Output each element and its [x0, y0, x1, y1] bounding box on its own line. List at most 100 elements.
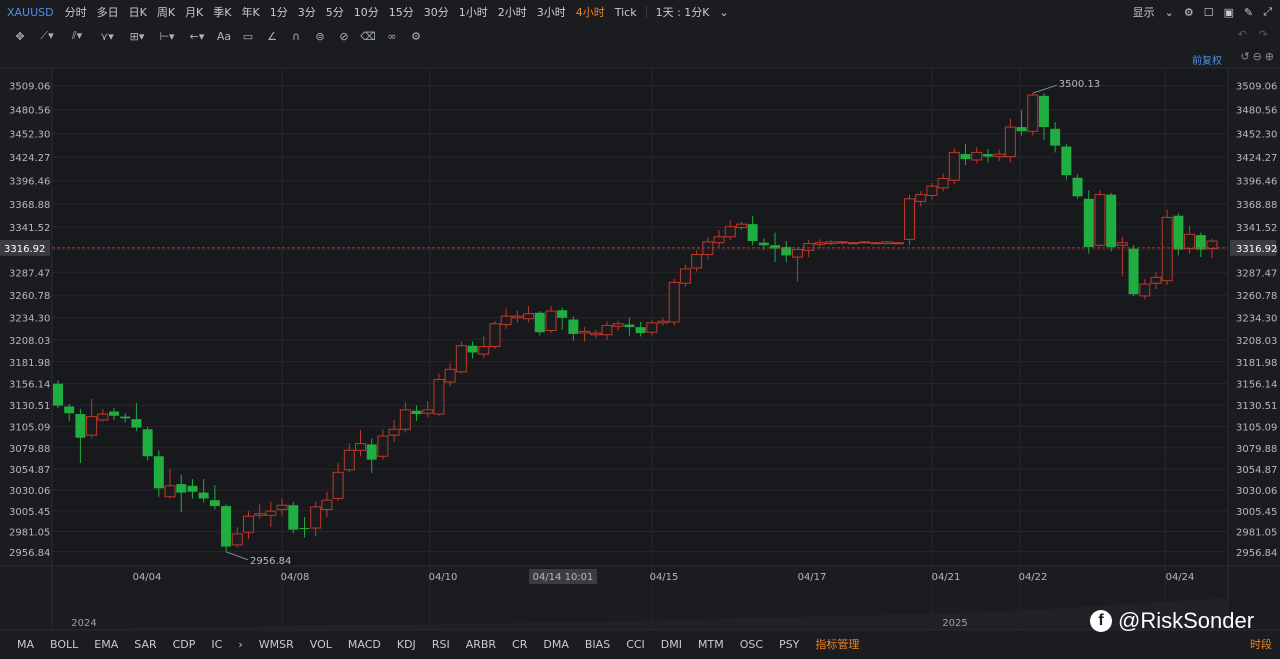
- indicator-boll[interactable]: BOLL: [50, 638, 78, 651]
- indicator-rsi[interactable]: RSI: [432, 638, 450, 651]
- indicator-bias[interactable]: BIAS: [585, 638, 610, 651]
- candle-body-29: [377, 435, 389, 457]
- indicator-bar: MA BOLL EMA SAR CDP IC › WMSR VOL MACD KDJ RSI ARB…: [0, 633, 1280, 655]
- checkbox-icon[interactable]: ☐: [1204, 6, 1214, 19]
- indicator-ic[interactable]: IC: [211, 638, 222, 651]
- reset-icon[interactable]: ↺: [1240, 50, 1249, 63]
- candle-body-55: [668, 281, 680, 323]
- lock-icon[interactable]: ⊜: [310, 26, 330, 46]
- brush-icon[interactable]: ∠: [262, 26, 282, 46]
- y-tick-right-10: 3234.30: [1236, 314, 1277, 325]
- ruler-icon[interactable]: ⊢▾: [154, 26, 180, 46]
- timeframe-4[interactable]: 月K: [185, 4, 203, 20]
- watermark: f @RiskSonder: [1090, 608, 1254, 634]
- timeframe-15[interactable]: 3小时: [537, 4, 566, 20]
- crosshair-icon[interactable]: ✥: [10, 26, 30, 46]
- timeframe-16[interactable]: 4小时: [576, 4, 605, 20]
- timeframe-1[interactable]: 多日: [97, 4, 119, 20]
- indicator-dmi[interactable]: DMI: [661, 638, 682, 651]
- trendline-icon[interactable]: ⟋▾: [34, 26, 60, 46]
- indicator-vol[interactable]: VOL: [310, 638, 332, 651]
- indicator-cr[interactable]: CR: [512, 638, 527, 651]
- indicator-cci[interactable]: CCI: [626, 638, 645, 651]
- symbol-label[interactable]: XAUUSD: [7, 6, 54, 19]
- timeframe-7[interactable]: 1分: [270, 4, 288, 20]
- indicator-sar[interactable]: SAR: [134, 638, 156, 651]
- x-label-4: 04/15: [650, 572, 679, 583]
- indicator-dma[interactable]: DMA: [543, 638, 569, 651]
- candle-body-76: [903, 198, 915, 240]
- candle-body-49: [601, 324, 613, 336]
- fullscreen-icon[interactable]: ⤢: [1263, 5, 1272, 19]
- timeframe-12[interactable]: 30分: [424, 4, 449, 20]
- timeframe-8[interactable]: 3分: [298, 4, 316, 20]
- indicator-osc[interactable]: OSC: [740, 638, 763, 651]
- candle-body-98: [1150, 276, 1162, 284]
- timeframe-selector[interactable]: 1天 : 1分K: [656, 4, 710, 20]
- candle-body-10: [164, 485, 176, 498]
- redo-icon[interactable]: ↷: [1259, 28, 1268, 41]
- candle-body-79: [937, 178, 949, 189]
- indicator-ma[interactable]: MA: [17, 638, 34, 651]
- candle-body-15: [221, 506, 232, 547]
- indicator-manage-button[interactable]: 指标管理: [815, 636, 859, 652]
- indicator-mtm[interactable]: MTM: [698, 638, 724, 651]
- display-menu[interactable]: 显示: [1133, 4, 1155, 20]
- settings-icon[interactable]: ⚙: [406, 26, 426, 46]
- arrow-icon[interactable]: ←▾: [184, 26, 210, 46]
- y-tick-right-9: 3260.78: [1236, 291, 1277, 302]
- y-tick-left-2: 3452.30: [9, 130, 50, 141]
- link-icon[interactable]: ∞: [382, 26, 402, 46]
- chevron-down-icon[interactable]: ⌄: [1165, 6, 1174, 19]
- zoom-in-icon[interactable]: ⊕: [1265, 50, 1274, 63]
- y-tick-left-16: 3079.88: [9, 444, 50, 455]
- text-icon[interactable]: Aa: [214, 26, 234, 46]
- pattern-icon[interactable]: ⋎▾: [94, 26, 120, 46]
- hide-icon[interactable]: ⊘: [334, 26, 354, 46]
- chevron-down-icon[interactable]: ⌄: [720, 6, 729, 19]
- candle-body-23: [310, 506, 322, 529]
- timeframe-10[interactable]: 10分: [354, 4, 379, 20]
- x-label-1: 04/08: [281, 572, 310, 583]
- timeframe-11[interactable]: 15分: [389, 4, 414, 20]
- indicator-psy[interactable]: PSY: [779, 638, 799, 651]
- trash-icon[interactable]: ⌫: [358, 26, 378, 46]
- candle-body-59: [713, 236, 725, 244]
- candle-body-31: [399, 409, 411, 430]
- indicator-cdp[interactable]: CDP: [173, 638, 196, 651]
- y-tick-left-6: 3341.52: [9, 223, 50, 234]
- candle-body-56: [679, 268, 691, 284]
- indicator-wmsr[interactable]: WMSR: [259, 638, 294, 651]
- timeframe-9[interactable]: 5分: [326, 4, 344, 20]
- candle-body-0: [53, 383, 63, 406]
- timeframe-14[interactable]: 2小时: [498, 4, 527, 20]
- magnet-icon[interactable]: ∩: [286, 26, 306, 46]
- adjust-label[interactable]: 前复权: [1192, 52, 1222, 67]
- timeframe-0[interactable]: 分时: [65, 4, 87, 20]
- timeframe-2[interactable]: 日K: [129, 4, 147, 20]
- timeframe-5[interactable]: 季K: [213, 4, 231, 20]
- indicator-kdj[interactable]: KDJ: [397, 638, 416, 651]
- timeframe-6[interactable]: 年K: [242, 4, 260, 20]
- gear-icon[interactable]: ⚙: [1184, 6, 1194, 19]
- y-tick-right-15: 3105.09: [1236, 423, 1277, 434]
- indicator-arbr[interactable]: ARBR: [466, 638, 496, 651]
- zoom-out-icon[interactable]: ⊖: [1253, 50, 1262, 63]
- chevron-right-icon[interactable]: ›: [238, 638, 242, 651]
- segment-button[interactable]: 时段: [1250, 636, 1272, 652]
- timeframe-13[interactable]: 1小时: [459, 4, 488, 20]
- timeframe-3[interactable]: 周K: [157, 4, 175, 20]
- measure-icon[interactable]: ⊞▾: [124, 26, 150, 46]
- candle-body-21: [288, 505, 299, 530]
- candle-body-41: [511, 315, 523, 319]
- pencil-icon[interactable]: ✎: [1244, 6, 1253, 19]
- note-icon[interactable]: ▭: [238, 26, 258, 46]
- camera-icon[interactable]: ▣: [1224, 6, 1234, 19]
- timeframe-17[interactable]: Tick: [615, 6, 637, 19]
- undo-icon[interactable]: ↶: [1238, 28, 1247, 41]
- indicator-macd[interactable]: MACD: [348, 638, 381, 651]
- indicator-ema[interactable]: EMA: [94, 638, 118, 651]
- price-chart[interactable]: 3509.06 3509.06 3480.56 3480.56 3452.30 3452.…: [0, 0, 1280, 659]
- candle-body-24: [321, 499, 333, 510]
- fib-icon[interactable]: ⫽▾: [64, 26, 90, 46]
